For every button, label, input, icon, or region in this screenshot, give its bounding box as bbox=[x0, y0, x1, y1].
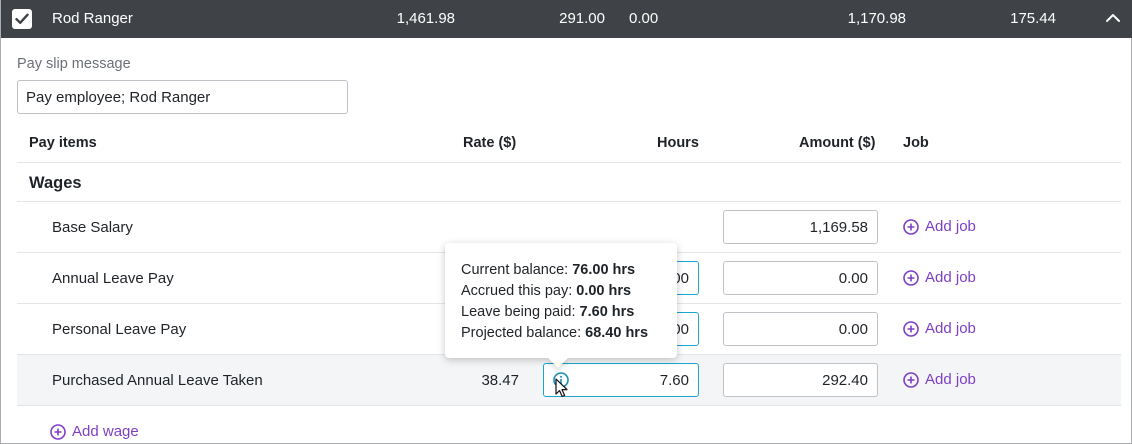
mouse-cursor-icon bbox=[555, 378, 568, 398]
amount-input[interactable] bbox=[723, 312, 878, 346]
rate-value: 38.47 bbox=[481, 372, 519, 389]
pay-item-label: Purchased Annual Leave Taken bbox=[52, 372, 263, 389]
tooltip-value: 0.00 hrs bbox=[576, 283, 632, 299]
tooltip-label: Current balance: bbox=[461, 262, 569, 278]
rate-column-header: Rate ($) bbox=[463, 135, 517, 151]
plus-circle-icon bbox=[903, 218, 919, 235]
employee-gross: 1,461.98 bbox=[396, 10, 455, 27]
add-job-button[interactable]: Add job bbox=[903, 371, 976, 388]
tooltip-line-paid: Leave being paid: 7.60 hrs bbox=[461, 302, 677, 323]
plus-circle-icon bbox=[903, 269, 919, 286]
add-job-label: Add job bbox=[925, 218, 976, 235]
tooltip-value: 68.40 hrs bbox=[585, 325, 649, 341]
employee-name: Rod Ranger bbox=[52, 10, 133, 27]
amount-input[interactable] bbox=[723, 363, 878, 397]
chevron-up-icon[interactable] bbox=[1105, 11, 1121, 25]
checkmark-icon bbox=[15, 13, 29, 24]
add-job-button[interactable]: Add job bbox=[903, 269, 976, 286]
employee-net-pay: 1,170.98 bbox=[847, 10, 906, 27]
table-row: Purchased Annual Leave Taken 38.47 Add j… bbox=[17, 355, 1121, 406]
add-wage-label: Add wage bbox=[72, 423, 139, 440]
tooltip-label: Projected balance: bbox=[461, 325, 582, 341]
tooltip-label: Accrued this pay: bbox=[461, 283, 573, 299]
employee-deductions: 0.00 bbox=[629, 10, 659, 27]
tooltip-line-projected: Projected balance: 68.40 hrs bbox=[461, 323, 677, 344]
add-job-label: Add job bbox=[925, 320, 976, 337]
add-job-label: Add job bbox=[925, 371, 976, 388]
employee-header-row[interactable]: Rod Ranger 1,461.98 291.00 0.00 1,170.98… bbox=[1, 0, 1132, 38]
employee-select-checkbox[interactable] bbox=[12, 9, 32, 29]
hours-column-header: Hours bbox=[657, 135, 699, 151]
job-column-header: Job bbox=[903, 135, 929, 151]
pay-item-label: Annual Leave Pay bbox=[52, 270, 174, 287]
add-job-label: Add job bbox=[925, 269, 976, 286]
wages-section-title: Wages bbox=[29, 174, 82, 192]
amount-input[interactable] bbox=[723, 210, 878, 244]
leave-balance-tooltip: Current balance: 76.00 hrs Accrued this … bbox=[445, 243, 677, 368]
pay-slip-message-input[interactable] bbox=[17, 80, 348, 114]
tooltip-content: Current balance: 76.00 hrs Accrued this … bbox=[461, 260, 677, 344]
employee-tax: 291.00 bbox=[559, 10, 605, 27]
amount-column-header: Amount ($) bbox=[799, 135, 876, 151]
amount-input[interactable] bbox=[723, 261, 878, 295]
employee-super: 175.44 bbox=[1010, 10, 1056, 27]
plus-circle-icon bbox=[903, 371, 919, 388]
add-job-button[interactable]: Add job bbox=[903, 320, 976, 337]
add-wage-button[interactable]: Add wage bbox=[50, 423, 139, 440]
tooltip-value: 76.00 hrs bbox=[572, 262, 636, 278]
tooltip-value: 7.60 hrs bbox=[579, 304, 635, 320]
divider bbox=[17, 162, 1121, 163]
pay-slip-message-label: Pay slip message bbox=[17, 56, 131, 72]
plus-circle-icon bbox=[50, 423, 66, 440]
plus-circle-icon bbox=[903, 320, 919, 337]
pay-items-column-header: Pay items bbox=[29, 135, 97, 151]
pay-run-employee-panel: Rod Ranger 1,461.98 291.00 0.00 1,170.98… bbox=[0, 0, 1132, 444]
pay-item-label: Personal Leave Pay bbox=[52, 321, 187, 338]
divider bbox=[17, 405, 1121, 406]
add-job-button[interactable]: Add job bbox=[903, 218, 976, 235]
tooltip-label: Leave being paid: bbox=[461, 304, 576, 320]
pay-item-label: Base Salary bbox=[52, 219, 133, 236]
tooltip-line-accrued: Accrued this pay: 0.00 hrs bbox=[461, 281, 677, 302]
tooltip-line-current: Current balance: 76.00 hrs bbox=[461, 260, 677, 281]
